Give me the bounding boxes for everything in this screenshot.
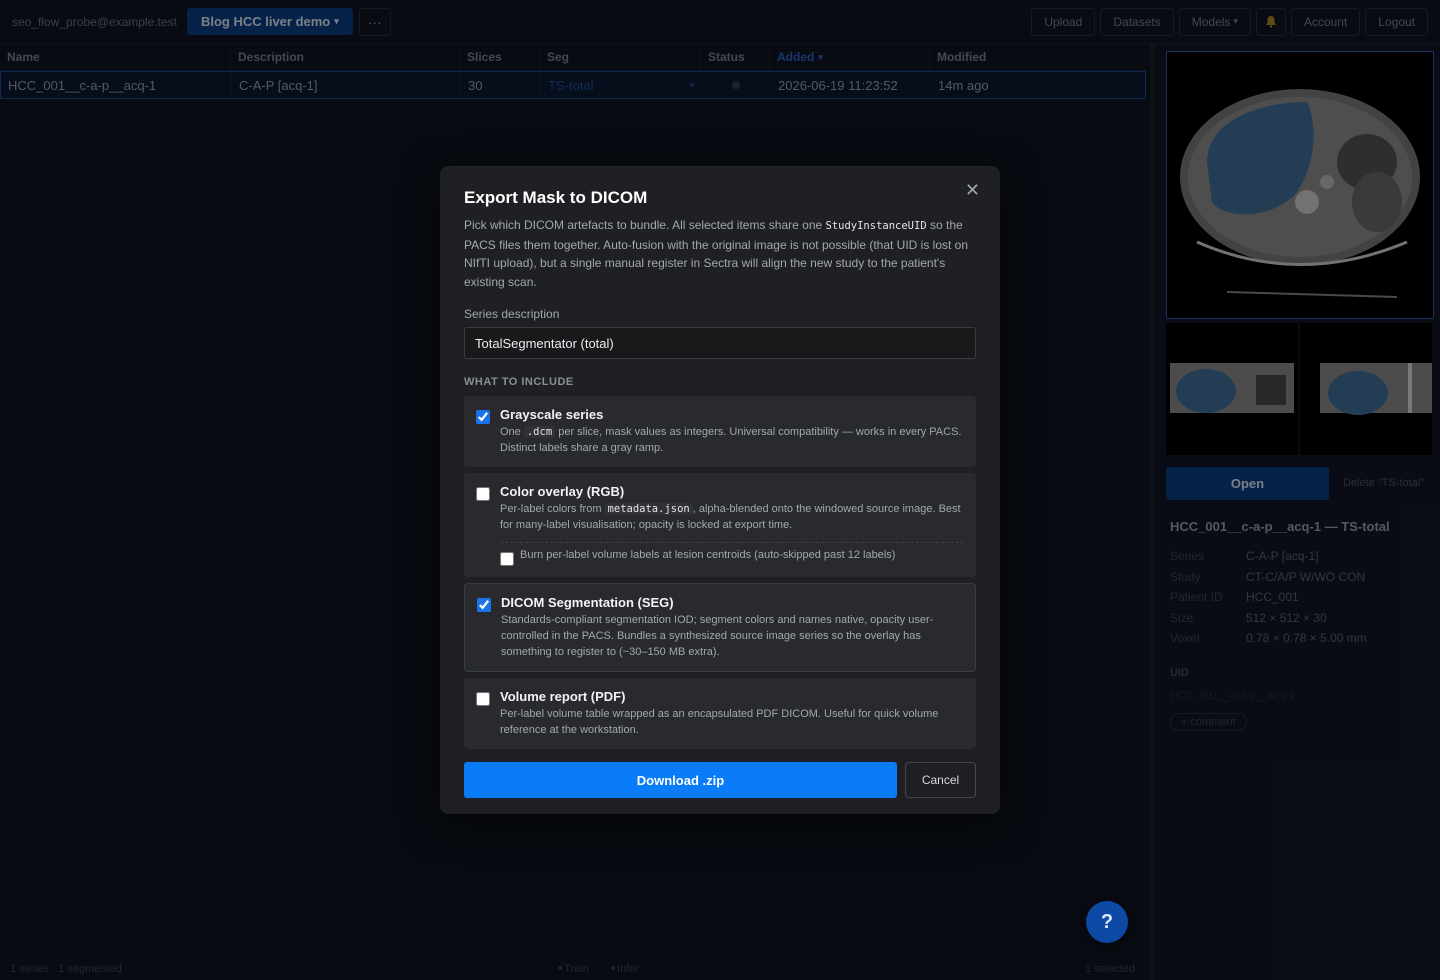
download-zip-button[interactable]: Download .zip (464, 762, 897, 798)
option-title: Grayscale series (500, 407, 604, 422)
option-title: DICOM Segmentation (SEG) (501, 595, 674, 610)
option-dicom-seg[interactable]: DICOM Segmentation (SEG) Standards-compl… (464, 583, 976, 672)
desc-code: metadata.json (604, 503, 693, 515)
option-title: Volume report (PDF) (500, 689, 626, 704)
grayscale-checkbox[interactable] (476, 410, 490, 424)
dialog-actions: Download .zip Cancel (464, 762, 976, 798)
close-icon[interactable]: ✕ (965, 180, 980, 201)
dicom-seg-checkbox[interactable] (477, 598, 491, 612)
option-color-overlay[interactable]: Color overlay (RGB) Per-label colors fro… (464, 473, 976, 577)
burn-labels-option[interactable]: Burn per-label volume labels at lesion c… (500, 542, 964, 566)
export-dicom-dialog: ✕ Export Mask to DICOM Pick which DICOM … (440, 166, 1000, 814)
option-volume-report[interactable]: Volume report (PDF) Per-label volume tab… (464, 678, 976, 749)
option-description: Per-label volume table wrapped as an enc… (500, 708, 939, 736)
desc-text: Per-label colors from (500, 503, 605, 515)
option-description: Per-label colors from metadata.json, alp… (500, 501, 964, 533)
cancel-button[interactable]: Cancel (905, 762, 976, 798)
burn-labels-label: Burn per-label volume labels at lesion c… (520, 549, 896, 561)
option-description: Standards-compliant segmentation IOD; se… (501, 614, 934, 658)
option-description: One .dcm per slice, mask values as integ… (500, 424, 964, 456)
burn-labels-checkbox[interactable] (500, 552, 514, 566)
desc-text: per slice, mask values as integers. Univ… (500, 426, 962, 454)
help-button[interactable]: ? (1086, 901, 1128, 943)
desc-text: One (500, 426, 524, 438)
series-description-input[interactable] (464, 327, 976, 359)
volume-report-checkbox[interactable] (476, 692, 490, 706)
option-grayscale[interactable]: Grayscale series One .dcm per slice, mas… (464, 396, 976, 467)
series-description-label: Series description (464, 307, 560, 321)
intro-code: StudyInstanceUID (825, 220, 927, 232)
intro-text-1: Pick which DICOM artefacts to bundle. Al… (464, 218, 826, 232)
include-section-label: WHAT TO INCLUDE (464, 376, 574, 388)
desc-code: .dcm (523, 426, 556, 438)
dialog-intro: Pick which DICOM artefacts to bundle. Al… (464, 216, 976, 291)
dialog-title: Export Mask to DICOM (464, 188, 648, 207)
option-title: Color overlay (RGB) (500, 484, 625, 499)
color-overlay-checkbox[interactable] (476, 487, 490, 501)
